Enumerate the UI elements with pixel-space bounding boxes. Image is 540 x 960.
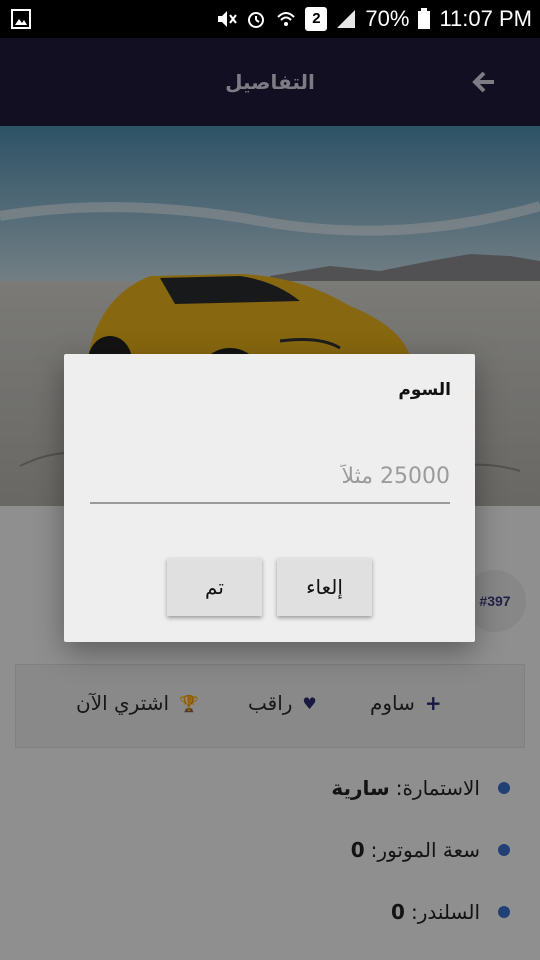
- status-time: 11:07 PM: [439, 6, 532, 31]
- bid-amount-input[interactable]: [90, 450, 450, 504]
- alarm-icon: [248, 12, 265, 28]
- battery-percent: 70%: [365, 6, 410, 31]
- done-button[interactable]: تم: [167, 558, 262, 616]
- sim-slot-badge: 2: [305, 7, 328, 31]
- cancel-button[interactable]: إلعاء: [277, 558, 372, 616]
- signal-icon: [337, 10, 356, 28]
- dialog-title: السوم: [398, 380, 451, 400]
- status-bar: 2 70% 11:07 PM: [0, 0, 540, 38]
- image-notification-icon: [11, 9, 31, 29]
- wifi-icon: [277, 12, 296, 26]
- mute-icon: [218, 11, 238, 27]
- bid-dialog: السوم إلعاء تم: [64, 354, 475, 642]
- battery-icon: [418, 8, 431, 29]
